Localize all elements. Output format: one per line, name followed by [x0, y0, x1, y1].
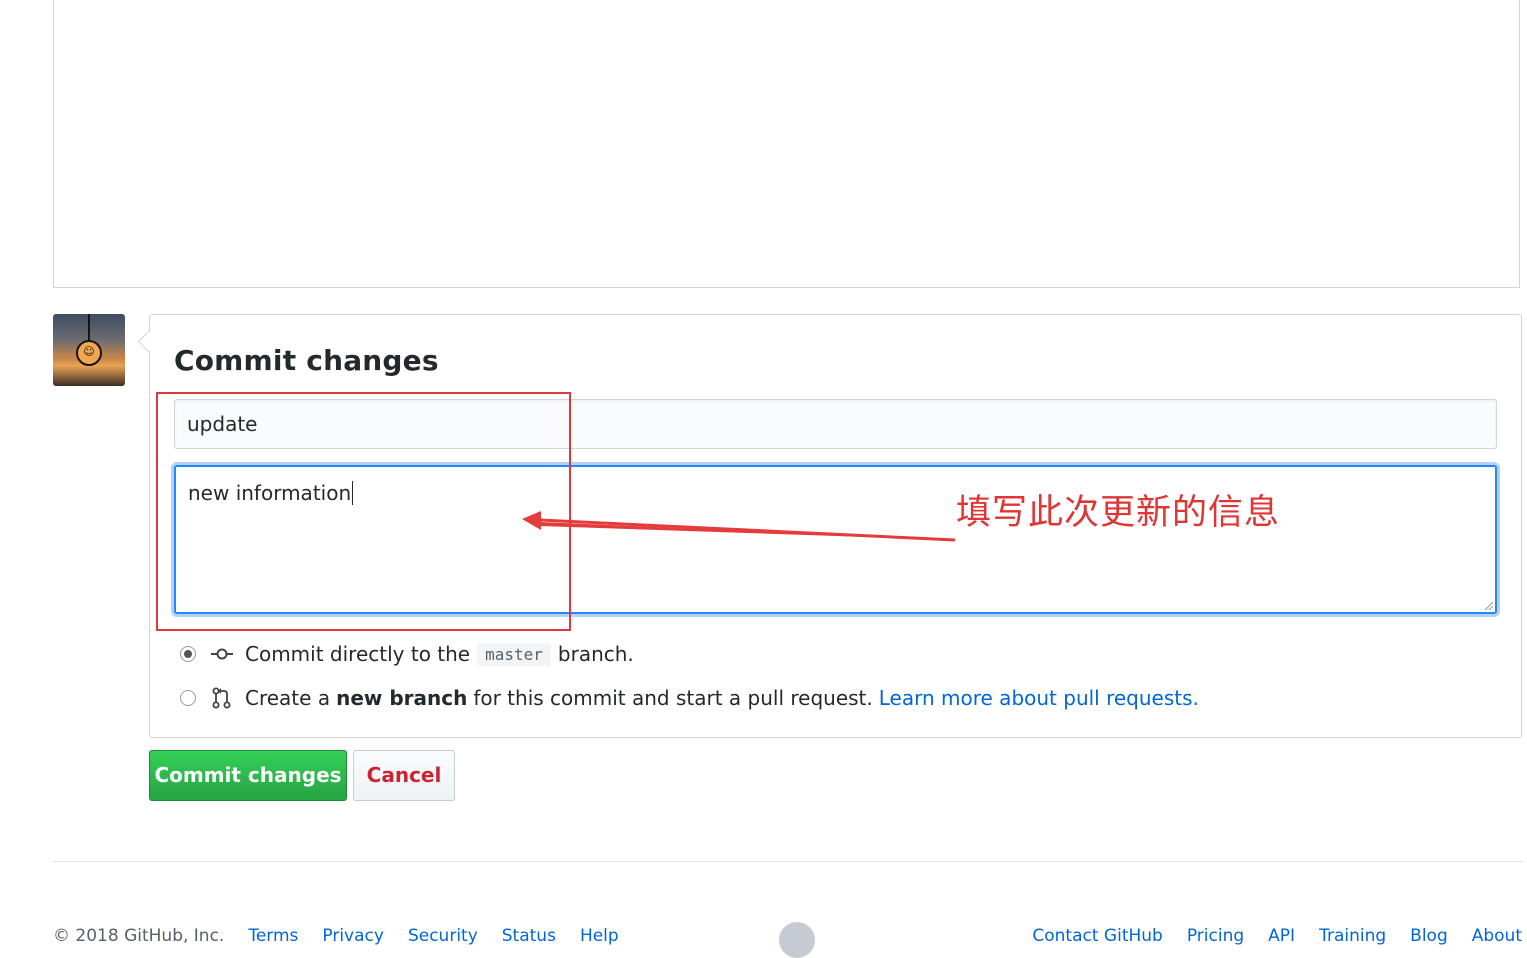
footer-copyright: © 2018 GitHub, Inc.	[53, 926, 225, 946]
github-octocat-icon[interactable]	[779, 922, 815, 958]
branch-name-badge: master	[477, 642, 551, 666]
commit-direct-option[interactable]: Commit directly to the master branch.	[178, 638, 634, 670]
new-branch-option[interactable]: Create a new branch for this commit and …	[178, 682, 1199, 714]
new-branch-prefix: Create a	[245, 686, 331, 710]
commit-description-text: new information	[188, 481, 352, 505]
file-editor-area[interactable]	[53, 0, 1520, 288]
annotation-text: 填写此次更新的信息	[956, 493, 1281, 533]
new-branch-radio[interactable]	[180, 690, 196, 706]
user-avatar: ☺	[53, 314, 125, 386]
footer-divider	[53, 861, 1523, 862]
footer-right: Contact GitHub Pricing API Training Blog…	[1008, 926, 1522, 946]
footer-link-privacy[interactable]: Privacy	[322, 926, 384, 946]
footer-link-status[interactable]: Status	[502, 926, 556, 946]
commit-panel-title: Commit changes	[174, 344, 439, 377]
git-pull-request-icon	[210, 686, 234, 710]
footer-link-contact-github[interactable]: Contact GitHub	[1032, 926, 1162, 946]
commit-description-textarea[interactable]: new information	[174, 465, 1497, 614]
cancel-button[interactable]: Cancel	[353, 750, 455, 801]
footer-link-pricing[interactable]: Pricing	[1187, 926, 1244, 946]
footer-link-terms[interactable]: Terms	[248, 926, 298, 946]
footer-left: © 2018 GitHub, Inc. Terms Privacy Securi…	[53, 926, 643, 946]
footer-link-training[interactable]: Training	[1319, 926, 1386, 946]
commit-direct-suffix: branch.	[557, 642, 634, 666]
commit-summary-input[interactable]: update	[174, 399, 1497, 449]
commit-direct-radio[interactable]	[180, 646, 196, 662]
new-branch-middle: for this commit and start a pull request…	[473, 686, 873, 710]
text-caret	[352, 481, 354, 505]
resize-grip-icon[interactable]	[1483, 600, 1493, 610]
footer-link-security[interactable]: Security	[408, 926, 478, 946]
footer-link-api[interactable]: API	[1268, 926, 1295, 946]
git-commit-icon	[210, 642, 234, 666]
footer-link-about[interactable]: About	[1472, 926, 1522, 946]
footer-link-help[interactable]: Help	[580, 926, 619, 946]
new-branch-bold: new branch	[336, 686, 468, 710]
commit-changes-button[interactable]: Commit changes	[149, 750, 347, 801]
commit-direct-prefix: Commit directly to the	[245, 642, 471, 666]
footer-link-blog[interactable]: Blog	[1410, 926, 1448, 946]
learn-more-pull-requests-link[interactable]: Learn more about pull requests.	[879, 686, 1199, 710]
